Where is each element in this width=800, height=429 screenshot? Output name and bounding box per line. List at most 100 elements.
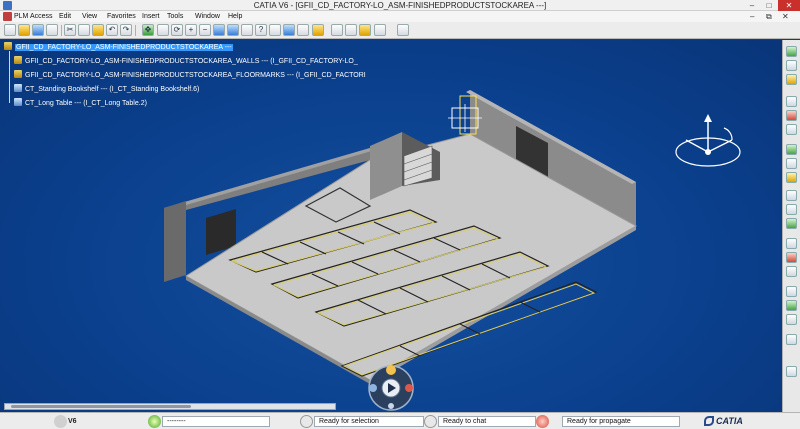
tree-node-bookshelf[interactable]: CT_Standing Bookshelf --- (I_CT_Standing… xyxy=(14,84,199,95)
v6-icon xyxy=(54,415,67,428)
camera-icon[interactable] xyxy=(397,24,409,36)
axis-system-icon[interactable] xyxy=(786,366,797,377)
menu-favorites[interactable]: Favorites xyxy=(107,11,136,22)
fix-icon[interactable] xyxy=(786,190,797,201)
compass-center[interactable] xyxy=(705,149,711,155)
close-button[interactable]: ✕ xyxy=(778,0,800,11)
offset-icon[interactable] xyxy=(786,238,797,249)
selection-status: Ready for selection xyxy=(314,416,424,427)
toolbar-separator xyxy=(61,25,62,36)
horizontal-scrollbar[interactable] xyxy=(4,403,336,410)
redo-icon[interactable]: ↷ xyxy=(120,24,132,36)
open-icon[interactable] xyxy=(18,24,30,36)
contact-icon[interactable] xyxy=(786,218,797,229)
coincidence-icon[interactable] xyxy=(786,204,797,215)
save-icon[interactable] xyxy=(32,24,44,36)
look-icon[interactable] xyxy=(388,403,394,409)
lock-icon[interactable] xyxy=(359,24,371,36)
scrollbar-thumb[interactable] xyxy=(11,405,191,408)
mdi-restore-button[interactable]: ⧉ xyxy=(766,11,772,22)
compass-y-axis[interactable] xyxy=(707,139,733,153)
swap-visible-icon[interactable] xyxy=(297,24,309,36)
section-icon[interactable] xyxy=(786,158,797,169)
part-icon xyxy=(14,84,22,92)
part-icon xyxy=(14,98,22,106)
product-icon[interactable] xyxy=(786,60,797,71)
move-icon[interactable] xyxy=(786,96,797,107)
menu-plm-access[interactable]: PLM Access xyxy=(14,11,53,22)
explode-icon[interactable] xyxy=(786,286,797,297)
walk-icon[interactable] xyxy=(369,384,377,392)
normal-view-icon[interactable] xyxy=(213,24,225,36)
angle-icon[interactable] xyxy=(786,252,797,263)
shading-icon[interactable] xyxy=(269,24,281,36)
zoom-in-icon[interactable]: + xyxy=(185,24,197,36)
help-icon[interactable]: ? xyxy=(255,24,267,36)
specification-tree: GFII_CD_FACTORY-LO_ASM-FINISHEDPRODUCTST… xyxy=(0,42,366,112)
fit-all-icon[interactable] xyxy=(157,24,169,36)
menu-tools[interactable]: Tools xyxy=(167,11,183,22)
compass-x-axis[interactable] xyxy=(685,139,709,153)
menu-view[interactable]: View xyxy=(82,11,97,22)
menu-window[interactable]: Window xyxy=(195,11,220,22)
mdi-minimize-button[interactable]: – xyxy=(750,11,754,22)
status-bar: V6 -------- Ready for selection Ready to… xyxy=(0,412,800,429)
zoom-out-icon[interactable]: − xyxy=(199,24,211,36)
compass-z-arrow xyxy=(704,114,712,122)
mdi-close-button[interactable]: ✕ xyxy=(782,11,789,22)
compass-status-icon[interactable] xyxy=(148,415,161,428)
catia-window: CATIA V6 - [GFII_CD_FACTORY-LO_ASM-FINIS… xyxy=(0,0,800,429)
plm-access-icon xyxy=(3,12,12,21)
chat-status: Ready to chat xyxy=(438,416,536,427)
manipulate-icon[interactable] xyxy=(786,124,797,135)
app-version-label: V6 xyxy=(68,418,77,425)
propagate-status: Ready for propagate xyxy=(562,416,680,427)
tree-node-floormarks[interactable]: GFII_CD_FACTORY-LO_ASM-FINISHEDPRODUCTST… xyxy=(14,70,366,81)
minimize-button[interactable]: – xyxy=(744,0,760,11)
menu-edit[interactable]: Edit xyxy=(59,11,71,22)
dassault-logo xyxy=(704,416,714,426)
folder-icon[interactable] xyxy=(312,24,324,36)
constraint-icon[interactable] xyxy=(786,46,797,57)
toolbar-separator xyxy=(135,25,136,36)
material-icon[interactable] xyxy=(331,24,343,36)
fly-icon[interactable] xyxy=(405,384,413,392)
paste-icon[interactable] xyxy=(92,24,104,36)
insert-part-icon[interactable] xyxy=(786,74,797,85)
copy-icon[interactable] xyxy=(78,24,90,36)
print-icon[interactable] xyxy=(46,24,58,36)
tree-icon[interactable] xyxy=(374,24,386,36)
left-end-wall xyxy=(164,201,186,282)
product-icon xyxy=(14,56,22,64)
rotate-icon[interactable]: ⟳ xyxy=(171,24,183,36)
clash-icon[interactable] xyxy=(786,172,797,183)
people-icon[interactable] xyxy=(386,365,396,375)
grid-icon[interactable] xyxy=(345,24,357,36)
menu-insert[interactable]: Insert xyxy=(142,11,160,22)
menu-help[interactable]: Help xyxy=(228,11,242,22)
compass-rotation-arc[interactable] xyxy=(723,127,733,141)
window-title: CATIA V6 - [GFII_CD_FACTORY-LO_ASM-FINIS… xyxy=(253,1,547,10)
maximize-button[interactable]: □ xyxy=(761,0,777,11)
tree-node-walls[interactable]: GFII_CD_FACTORY-LO_ASM-FINISHEDPRODUCTST… xyxy=(14,56,358,67)
navigation-wheel[interactable] xyxy=(360,362,422,414)
menu-bar: PLM Access Edit View Favorites Insert To… xyxy=(0,11,800,22)
annotation-icon[interactable] xyxy=(786,314,797,325)
tree-root-node[interactable]: GFII_CD_FACTORY-LO_ASM-FINISHEDPRODUCTST… xyxy=(4,42,233,53)
scene-icon[interactable] xyxy=(786,300,797,311)
tree-node-long-table[interactable]: CT_Long Table --- (I_CT_Long Table.2) xyxy=(14,98,147,109)
undo-icon[interactable]: ↶ xyxy=(106,24,118,36)
propagate-icon xyxy=(536,415,549,428)
command-input[interactable]: -------- xyxy=(162,416,270,427)
cut-icon[interactable]: ✂ xyxy=(64,24,76,36)
multi-view-icon[interactable] xyxy=(227,24,239,36)
iso-view-icon[interactable] xyxy=(241,24,253,36)
pan-icon[interactable]: ✥ xyxy=(142,24,154,36)
compass-widget[interactable] xyxy=(672,110,752,180)
update-icon[interactable] xyxy=(786,266,797,277)
snap-icon[interactable] xyxy=(786,110,797,121)
hide-show-icon[interactable] xyxy=(283,24,295,36)
new-icon[interactable] xyxy=(4,24,16,36)
axis-icon[interactable] xyxy=(786,334,797,345)
measure-icon[interactable] xyxy=(786,144,797,155)
